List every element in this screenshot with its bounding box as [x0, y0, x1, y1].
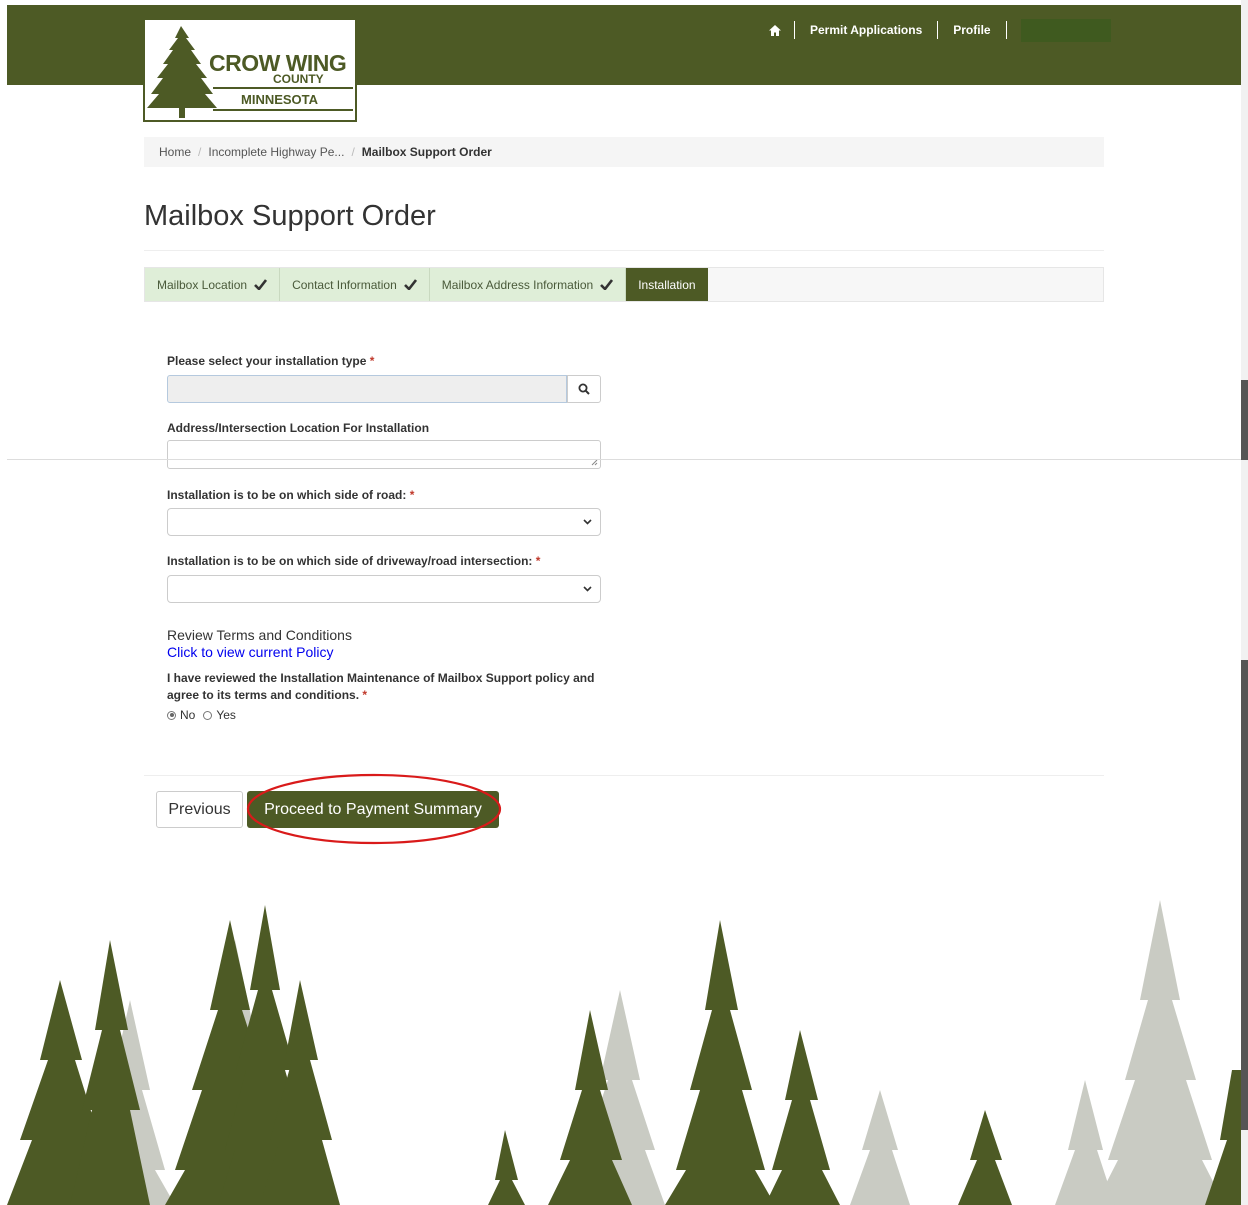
- step-mailbox-address-information[interactable]: Mailbox Address Information: [429, 268, 627, 301]
- logo-rule-top: [213, 87, 353, 89]
- scrollbar-thumb-lower[interactable]: [1241, 660, 1248, 1130]
- actions-divider: [144, 775, 1104, 776]
- step-label: Installation: [638, 277, 696, 292]
- radio-no-label[interactable]: No: [180, 708, 195, 722]
- checkmark-icon: [600, 279, 614, 290]
- user-menu[interactable]: [1020, 18, 1111, 42]
- breadcrumb-home[interactable]: Home: [159, 145, 191, 159]
- page-title: Mailbox Support Order: [144, 200, 436, 232]
- policy-link[interactable]: Click to view current Policy: [167, 644, 334, 660]
- terms-heading: Review Terms and Conditions: [167, 627, 352, 643]
- chevron-down-icon: [583, 586, 592, 592]
- side-of-road-label: Installation is to be on which side of r…: [167, 488, 415, 502]
- chevron-down-icon: [583, 519, 592, 525]
- proceed-to-payment-button[interactable]: Proceed to Payment Summary: [247, 791, 499, 828]
- checkmark-icon: [403, 279, 417, 290]
- forest-illustration: [7, 900, 1241, 1205]
- previous-button[interactable]: Previous: [156, 791, 243, 828]
- step-label: Mailbox Location: [157, 277, 248, 292]
- checkmark-icon: [254, 279, 268, 290]
- step-label: Contact Information: [292, 277, 397, 292]
- side-of-intersection-label: Installation is to be on which side of d…: [167, 554, 541, 568]
- breadcrumb-current: Mailbox Support Order: [361, 145, 492, 159]
- radio-yes[interactable]: [203, 710, 213, 720]
- logo-state: MINNESOTA: [241, 92, 319, 107]
- wizard-steps: Mailbox Location Contact Information Mai…: [144, 267, 1104, 302]
- installation-type-lookup-button[interactable]: [567, 375, 601, 403]
- side-of-intersection-select[interactable]: [167, 575, 601, 603]
- agree-terms-label: I have reviewed the Installation Mainten…: [167, 671, 595, 702]
- step-installation[interactable]: Installation: [626, 268, 708, 301]
- breadcrumb-separator: /: [351, 145, 355, 159]
- agree-radio-group: No Yes: [167, 708, 236, 722]
- top-navigation: Permit Applications Profile: [760, 18, 1111, 42]
- breadcrumb: Home / Incomplete Highway Pe... / Mailbo…: [144, 137, 1104, 167]
- breadcrumb-separator: /: [198, 145, 202, 159]
- step-mailbox-location[interactable]: Mailbox Location: [145, 268, 281, 301]
- side-of-road-select[interactable]: [167, 508, 601, 536]
- nav-separator: [1005, 21, 1007, 39]
- installation-type-label: Please select your installation type *: [167, 354, 375, 368]
- title-divider: [144, 250, 1104, 251]
- radio-yes-label[interactable]: Yes: [216, 708, 236, 722]
- county-logo[interactable]: CROW WING COUNTY MINNESOTA: [143, 18, 357, 122]
- radio-no[interactable]: [167, 710, 176, 720]
- installation-type-input[interactable]: [167, 375, 567, 403]
- nav-permit-applications[interactable]: Permit Applications: [795, 23, 937, 37]
- breadcrumb-incomplete-permit[interactable]: Incomplete Highway Pe...: [208, 145, 344, 159]
- address-location-textarea[interactable]: [167, 440, 601, 469]
- section-divider: [7, 459, 1241, 460]
- step-label: Mailbox Address Information: [441, 277, 594, 292]
- home-icon[interactable]: [760, 24, 794, 37]
- resize-grip-icon[interactable]: [591, 459, 598, 466]
- nav-profile[interactable]: Profile: [938, 23, 1005, 37]
- address-location-label: Address/Intersection Location For Instal…: [167, 421, 430, 435]
- step-contact-information[interactable]: Contact Information: [280, 268, 430, 301]
- logo-rule-bottom: [213, 109, 353, 111]
- page-scrollbar[interactable]: [1241, 0, 1248, 1205]
- logo-county: COUNTY: [273, 72, 324, 86]
- scrollbar-thumb[interactable]: [1241, 380, 1248, 460]
- search-icon: [578, 383, 590, 395]
